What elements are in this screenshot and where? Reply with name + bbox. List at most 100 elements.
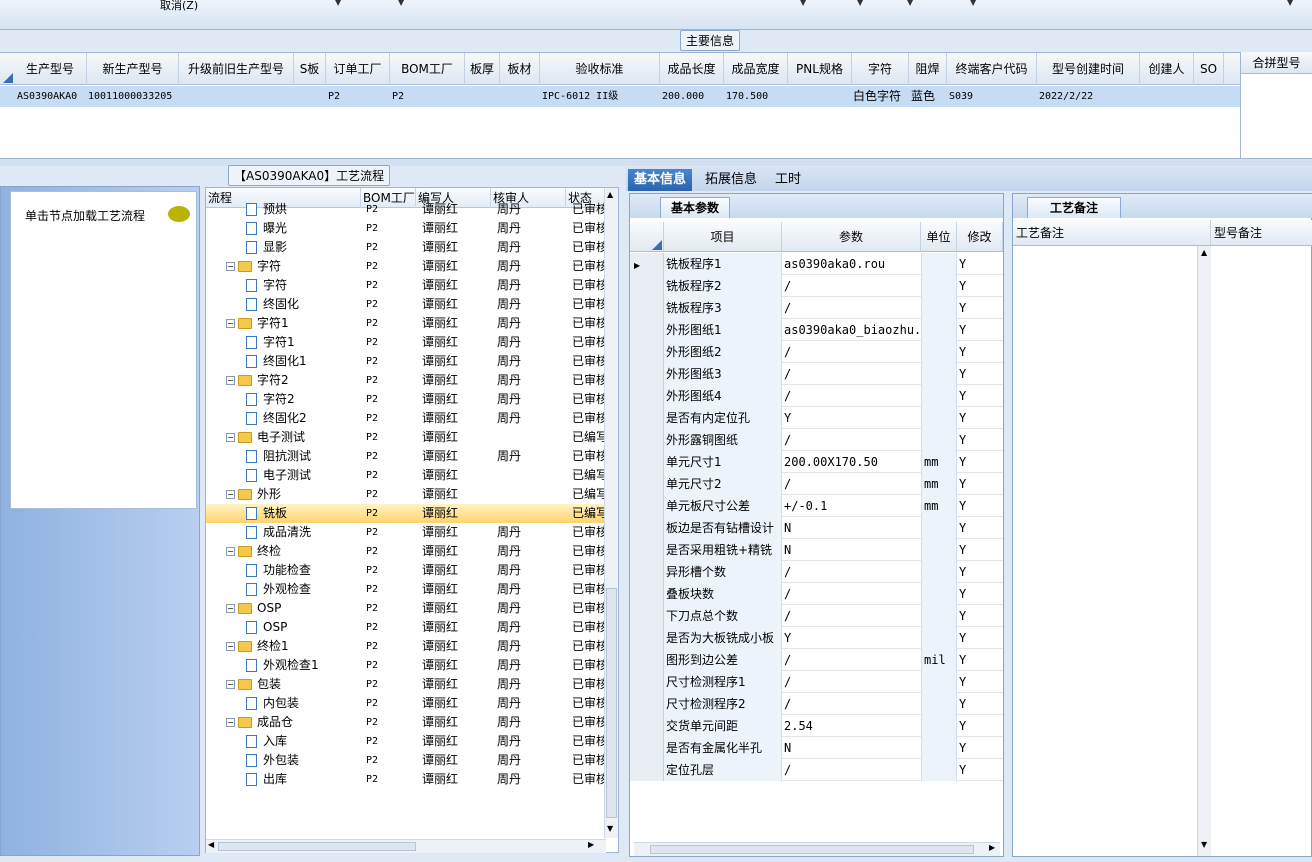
param-cell-item[interactable]: 图形到边公差: [664, 649, 782, 671]
tree-cell-bom[interactable]: P2: [366, 276, 416, 295]
tree-cell-reviewer[interactable]: 周丹: [497, 656, 567, 675]
param-cell-param[interactable]: as0390aka0.rou: [782, 253, 921, 275]
scroll-left-icon[interactable]: ◀: [208, 840, 214, 849]
tree-cell-bom[interactable]: P2: [366, 390, 416, 409]
tree-node[interactable]: 字符: [246, 276, 361, 295]
tab-work-hours[interactable]: 工时: [769, 169, 807, 191]
param-row[interactable]: 单元板尺寸公差 +/-0.1 mm Y: [630, 495, 1003, 517]
param-cell-item[interactable]: 外形图纸4: [664, 385, 782, 407]
collapse-icon[interactable]: −: [226, 642, 235, 651]
tree-cell-bom[interactable]: P2: [366, 504, 416, 523]
tree-cell-writer[interactable]: 谭丽红: [422, 580, 492, 599]
scroll-down-icon[interactable]: ▼: [1201, 840, 1207, 849]
tree-cell-writer[interactable]: 谭丽红: [422, 371, 492, 390]
tree-cell-bom[interactable]: P2: [366, 447, 416, 466]
tree-cell-writer[interactable]: 谭丽红: [422, 257, 492, 276]
tree-cell-bom[interactable]: P2: [366, 238, 416, 257]
param-cell-mod[interactable]: Y: [957, 737, 1003, 759]
tree-cell-bom[interactable]: P2: [366, 295, 416, 314]
tree-node[interactable]: 电子测试: [246, 466, 361, 485]
param-cell-mod[interactable]: Y: [957, 297, 1003, 319]
tree-row[interactable]: − 字符 P2 谭丽红 周丹 已审核: [206, 257, 606, 276]
tree-cell-status[interactable]: 已审核: [572, 238, 606, 257]
tree-cell-reviewer[interactable]: [497, 428, 567, 447]
param-cell-param[interactable]: N: [782, 539, 921, 561]
tree-row[interactable]: − 电子测试 P2 谭丽红 已编写: [206, 428, 606, 447]
tree-cell-bom[interactable]: P2: [366, 409, 416, 428]
tree-cell-bom[interactable]: P2: [366, 428, 416, 447]
tree-cell-status[interactable]: 已审核: [572, 409, 606, 428]
tree-cell-bom[interactable]: P2: [366, 314, 416, 333]
tree-node[interactable]: − 终检: [226, 542, 361, 561]
tree-cell-reviewer[interactable]: 周丹: [497, 295, 567, 314]
tree-cell-status[interactable]: 已审核: [572, 637, 606, 656]
collapse-icon[interactable]: −: [226, 262, 235, 271]
tree-cell-bom[interactable]: P2: [366, 751, 416, 770]
tree-row[interactable]: 阻抗测试 P2 谭丽红 周丹 已审核: [206, 447, 606, 466]
param-cell-unit[interactable]: mil: [921, 649, 957, 671]
col-header[interactable]: 订单工厂: [326, 53, 390, 85]
param-cell-item[interactable]: 尺寸检测程序2: [664, 693, 782, 715]
table-cell[interactable]: 170.500: [723, 86, 787, 107]
row-header[interactable]: [630, 341, 664, 363]
param-row[interactable]: 是否有内定位孔 Y Y: [630, 407, 1003, 429]
tree-cell-reviewer[interactable]: 周丹: [497, 276, 567, 295]
param-cell-mod[interactable]: Y: [957, 429, 1003, 451]
tree-node[interactable]: 铣板: [246, 504, 361, 523]
tree-row[interactable]: 外观检查1 P2 谭丽红 周丹 已审核: [206, 656, 606, 675]
param-cell-item[interactable]: 外形露铜图纸: [664, 429, 782, 451]
param-cell-item[interactable]: 叠板块数: [664, 583, 782, 605]
param-row[interactable]: 是否有金属化半孔 N Y: [630, 737, 1003, 759]
tree-cell-reviewer[interactable]: [497, 504, 567, 523]
param-cell-unit[interactable]: [921, 341, 957, 363]
tree-node[interactable]: OSP: [246, 618, 361, 637]
tree-cell-reviewer[interactable]: 周丹: [497, 751, 567, 770]
tree-cell-writer[interactable]: 谭丽红: [422, 409, 492, 428]
col-header[interactable]: SO: [1194, 53, 1224, 85]
tree-cell-writer[interactable]: 谭丽红: [422, 751, 492, 770]
tree-cell-status[interactable]: 已审核: [572, 751, 606, 770]
param-cell-param[interactable]: /: [782, 561, 921, 583]
col-header[interactable]: 板厚: [465, 53, 500, 85]
param-cell-param[interactable]: as0390aka0_biaozhu.pdf: [782, 319, 921, 341]
tree-cell-reviewer[interactable]: 周丹: [497, 675, 567, 694]
param-cell-param[interactable]: /: [782, 473, 921, 495]
tree-cell-bom[interactable]: P2: [366, 599, 416, 618]
tree-cell-writer[interactable]: 谭丽红: [422, 770, 492, 789]
param-cell-item[interactable]: 板边是否有钻槽设计: [664, 517, 782, 539]
param-row[interactable]: 下刀点总个数 / Y: [630, 605, 1003, 627]
tree-row[interactable]: 终固化 P2 谭丽红 周丹 已审核: [206, 295, 606, 314]
tree-cell-reviewer[interactable]: 周丹: [497, 200, 567, 219]
splitter[interactable]: [0, 158, 1312, 166]
table-cell[interactable]: AS0390AKA0: [14, 86, 87, 107]
tree-cell-writer[interactable]: 谭丽红: [422, 542, 492, 561]
param-cell-item[interactable]: 外形图纸1: [664, 319, 782, 341]
row-header[interactable]: [630, 429, 664, 451]
param-cell-unit[interactable]: [921, 429, 957, 451]
tree-cell-status[interactable]: 已审核: [572, 713, 606, 732]
col-header[interactable]: 升级前旧生产型号: [179, 53, 294, 85]
param-cell-mod[interactable]: Y: [957, 649, 1003, 671]
tree-node[interactable]: 曝光: [246, 219, 361, 238]
tree-node[interactable]: 终固化1: [246, 352, 361, 371]
row-header[interactable]: [630, 517, 664, 539]
row-header[interactable]: ▶: [630, 253, 664, 275]
tree-cell-reviewer[interactable]: 周丹: [497, 409, 567, 428]
tree-cell-writer[interactable]: 谭丽红: [422, 523, 492, 542]
dropdown-arrow-icon[interactable]: ▼: [800, 0, 806, 7]
col-header[interactable]: 工艺备注: [1013, 220, 1211, 246]
param-cell-param[interactable]: N: [782, 737, 921, 759]
param-cell-item[interactable]: 定位孔层: [664, 759, 782, 781]
dropdown-arrow-icon[interactable]: ▼: [907, 0, 913, 7]
param-cell-item[interactable]: 铣板程序3: [664, 297, 782, 319]
param-cell-unit[interactable]: mm: [921, 473, 957, 495]
tree-cell-reviewer[interactable]: 周丹: [497, 637, 567, 656]
param-row[interactable]: 叠板块数 / Y: [630, 583, 1003, 605]
table-row[interactable]: AS0390AKA0 10011000033205 P2 P2 IPC-6012…: [0, 86, 1240, 107]
param-cell-param[interactable]: +/-0.1: [782, 495, 921, 517]
param-cell-unit[interactable]: [921, 759, 957, 781]
param-cell-param[interactable]: /: [782, 341, 921, 363]
tree-cell-reviewer[interactable]: [497, 485, 567, 504]
tree-cell-status[interactable]: 已审核: [572, 333, 606, 352]
param-cell-mod[interactable]: Y: [957, 693, 1003, 715]
